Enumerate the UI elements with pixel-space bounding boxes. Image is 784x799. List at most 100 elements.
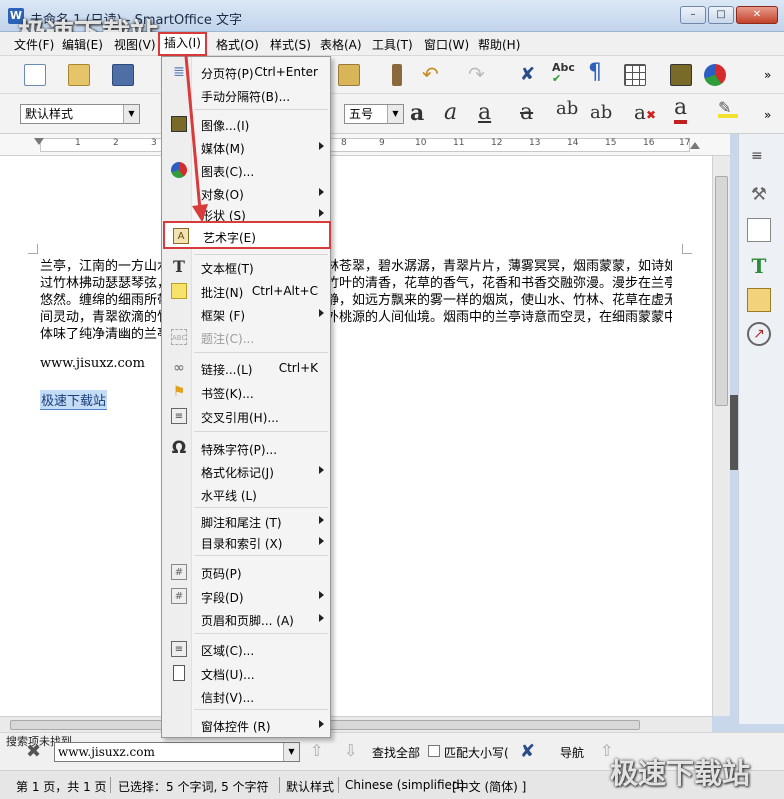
menu-item-envelope[interactable]: 信封(V)... [162, 685, 330, 707]
superscript-icon[interactable]: ab [556, 98, 578, 119]
page-style[interactable]: 默认样式 [286, 778, 334, 795]
menu-item-label: 目录和索引 (X) [201, 537, 283, 551]
gallery-icon[interactable] [747, 288, 771, 312]
find-all-button[interactable]: 查找全部 [372, 744, 420, 761]
insert-chart-icon[interactable] [704, 64, 726, 86]
undo-icon[interactable]: ↶ [422, 62, 439, 86]
menu-item-formatting-mark[interactable]: 格式化标记(J) [162, 460, 330, 482]
menu-help[interactable]: 帮助(H) [476, 36, 522, 53]
menu-item-label: 窗体控件 (R) [201, 720, 271, 734]
font-size-select[interactable]: 五号 ▼ [344, 104, 404, 124]
menu-item-frame[interactable]: 框架 (F) [162, 303, 330, 325]
subscript-icon[interactable]: ab [590, 102, 612, 123]
menu-item-footnote[interactable]: 脚注和尾注 (T) [162, 510, 330, 532]
styles-icon[interactable]: T [747, 254, 771, 278]
minimize-button[interactable]: – [680, 6, 706, 24]
find-previous-icon[interactable]: ⇧ [310, 741, 323, 760]
menu-item-media[interactable]: 媒体(M) [162, 136, 330, 158]
menu-item-bookmark[interactable]: ⚑ 书签(K)... [162, 381, 330, 403]
open-folder-icon[interactable] [68, 64, 90, 86]
properties-wrench-icon[interactable]: ⚒ [747, 184, 771, 208]
vertical-scroll-thumb[interactable] [715, 176, 728, 406]
find-next-icon[interactable]: ⇩ [344, 741, 357, 760]
redo-icon[interactable]: ↷ [468, 62, 485, 86]
vertical-scrollbar[interactable] [712, 156, 730, 716]
menu-item-section[interactable]: ≡ 区域(C)... [162, 638, 330, 660]
navigate-button[interactable]: 导航 [560, 744, 584, 761]
horizontal-scrollbar[interactable] [0, 716, 712, 732]
menu-item-text-box[interactable]: T 文本框(T) [162, 256, 330, 278]
match-case-checkbox[interactable] [428, 745, 440, 757]
menu-view[interactable]: 视图(V) [112, 36, 158, 53]
document-body[interactable]: 兰亭，江南的一方山水，一方大地的灵秀之地。山林苍翠，碧水潺潺，青翠片片，薄雾冥冥… [40, 258, 672, 343]
insert-image-icon[interactable] [670, 64, 692, 86]
clear-formatting-icon[interactable]: a✖ [634, 100, 656, 124]
close-find-icon[interactable]: ✖ [26, 741, 41, 762]
page-icon[interactable] [747, 218, 771, 242]
menu-item-label: 脚注和尾注 (T) [201, 516, 282, 530]
close-button[interactable]: ✕ [736, 6, 778, 24]
menu-tools[interactable]: 工具(T) [370, 36, 415, 53]
pilcrow-icon[interactable]: ¶ [588, 60, 602, 85]
right-indent-marker[interactable] [690, 142, 700, 149]
menu-item-document[interactable]: 文档(U)... [162, 662, 330, 684]
menu-insert[interactable]: 插入(I) [158, 32, 207, 56]
paste-icon[interactable] [338, 64, 360, 86]
menu-item-label: 交叉引用(H)... [201, 411, 279, 425]
find-replace-icon[interactable]: ✘ [520, 64, 535, 85]
save-icon[interactable] [112, 64, 134, 86]
menu-item-field[interactable]: # 字段(D) [162, 585, 330, 607]
italic-icon[interactable]: a [444, 100, 457, 125]
language-indicator[interactable]: Chinese (simplified) [345, 778, 464, 792]
menu-item-label: 手动分隔符(B)... [201, 90, 291, 104]
menu-item-object[interactable]: 对象(O) [162, 182, 330, 204]
menu-item-label: 链接...(L) [201, 363, 253, 377]
selected-text[interactable]: 极速下载站 [40, 390, 108, 410]
menu-item-chart[interactable]: 图表(C)... [162, 159, 330, 181]
menu-styles[interactable]: 样式(S) [268, 36, 313, 53]
chevron-down-icon[interactable]: ▼ [283, 743, 299, 761]
sidebar-toggle[interactable] [730, 395, 738, 470]
highlight-icon[interactable]: ✎ [718, 98, 738, 118]
find-replace-icon[interactable]: ✘ [520, 741, 535, 762]
paragraph-style-select[interactable]: 默认样式 ▼ [20, 104, 140, 124]
menu-item-cross-reference[interactable]: ≡ 交叉引用(H)... [162, 405, 330, 427]
menu-format[interactable]: 格式(O) [214, 36, 261, 53]
horizontal-ruler[interactable]: 1 2 3 4 5 6 7 8 9 10 11 12 13 14 15 16 1… [0, 134, 730, 156]
menu-item-caption[interactable]: ABC 题注(C)... [162, 326, 330, 348]
menu-edit[interactable]: 编辑(E) [60, 36, 105, 53]
menu-item-header-footer[interactable]: 页眉和页脚... (A) [162, 608, 330, 630]
menu-item-page-break[interactable]: ≣ 分页符(P) Ctrl+Enter [162, 61, 330, 83]
spellcheck-icon[interactable]: Abc ✔ [552, 62, 575, 84]
menu-item-label: 信封(V)... [201, 691, 255, 705]
maximize-button[interactable]: □ [708, 6, 734, 24]
menu-item-hyperlink[interactable]: ∞ 链接...(L) Ctrl+K [162, 357, 330, 379]
menu-file[interactable]: 文件(F) [12, 36, 56, 53]
new-document-icon[interactable] [24, 64, 46, 86]
insert-table-icon[interactable] [624, 64, 646, 86]
strikethrough-icon[interactable]: a [520, 100, 533, 125]
menu-table[interactable]: 表格(A) [318, 36, 364, 53]
menu-item-toc-index[interactable]: 目录和索引 (X) [162, 531, 330, 553]
menu-item-comment[interactable]: 批注(N) Ctrl+Alt+C [162, 280, 330, 302]
find-input[interactable]: www.jisuxz.com ▼ [54, 742, 300, 762]
page-indicator[interactable]: 第 1 页，共 1 页 [16, 778, 107, 795]
bold-icon[interactable]: a [410, 100, 424, 126]
menu-item-page-number[interactable]: # 页码(P) [162, 561, 330, 583]
underline-icon[interactable]: a [478, 100, 491, 125]
indent-marker[interactable] [34, 138, 44, 145]
menu-item-form-control[interactable]: 窗体控件 (R) [162, 714, 330, 736]
menu-item-special-character[interactable]: Ω 特殊字符(P)... [162, 437, 330, 459]
menu-item-image[interactable]: 图像...(I) [162, 113, 330, 135]
menu-item-fontwork[interactable]: A 艺术字(E) [163, 221, 331, 249]
panel-menu-icon[interactable]: ≡ [751, 148, 763, 164]
navigator-compass-icon[interactable]: ↗ [747, 322, 771, 346]
toolbar2-overflow-icon[interactable]: » [764, 108, 771, 122]
menu-item-manual-break[interactable]: 手动分隔符(B)... [162, 84, 330, 106]
menu-window[interactable]: 窗口(W) [422, 36, 471, 53]
format-paintbrush-icon[interactable] [392, 64, 402, 86]
font-color-icon[interactable]: a [674, 96, 688, 124]
document-canvas[interactable]: 兰亭，江南的一方山水，一方大地的灵秀之地。山林苍翠，碧水潺潺，青翠片片，薄雾冥冥… [0, 156, 712, 716]
menu-item-horizontal-line[interactable]: 水平线 (L) [162, 483, 330, 505]
toolbar-overflow-icon[interactable]: » [764, 68, 771, 82]
